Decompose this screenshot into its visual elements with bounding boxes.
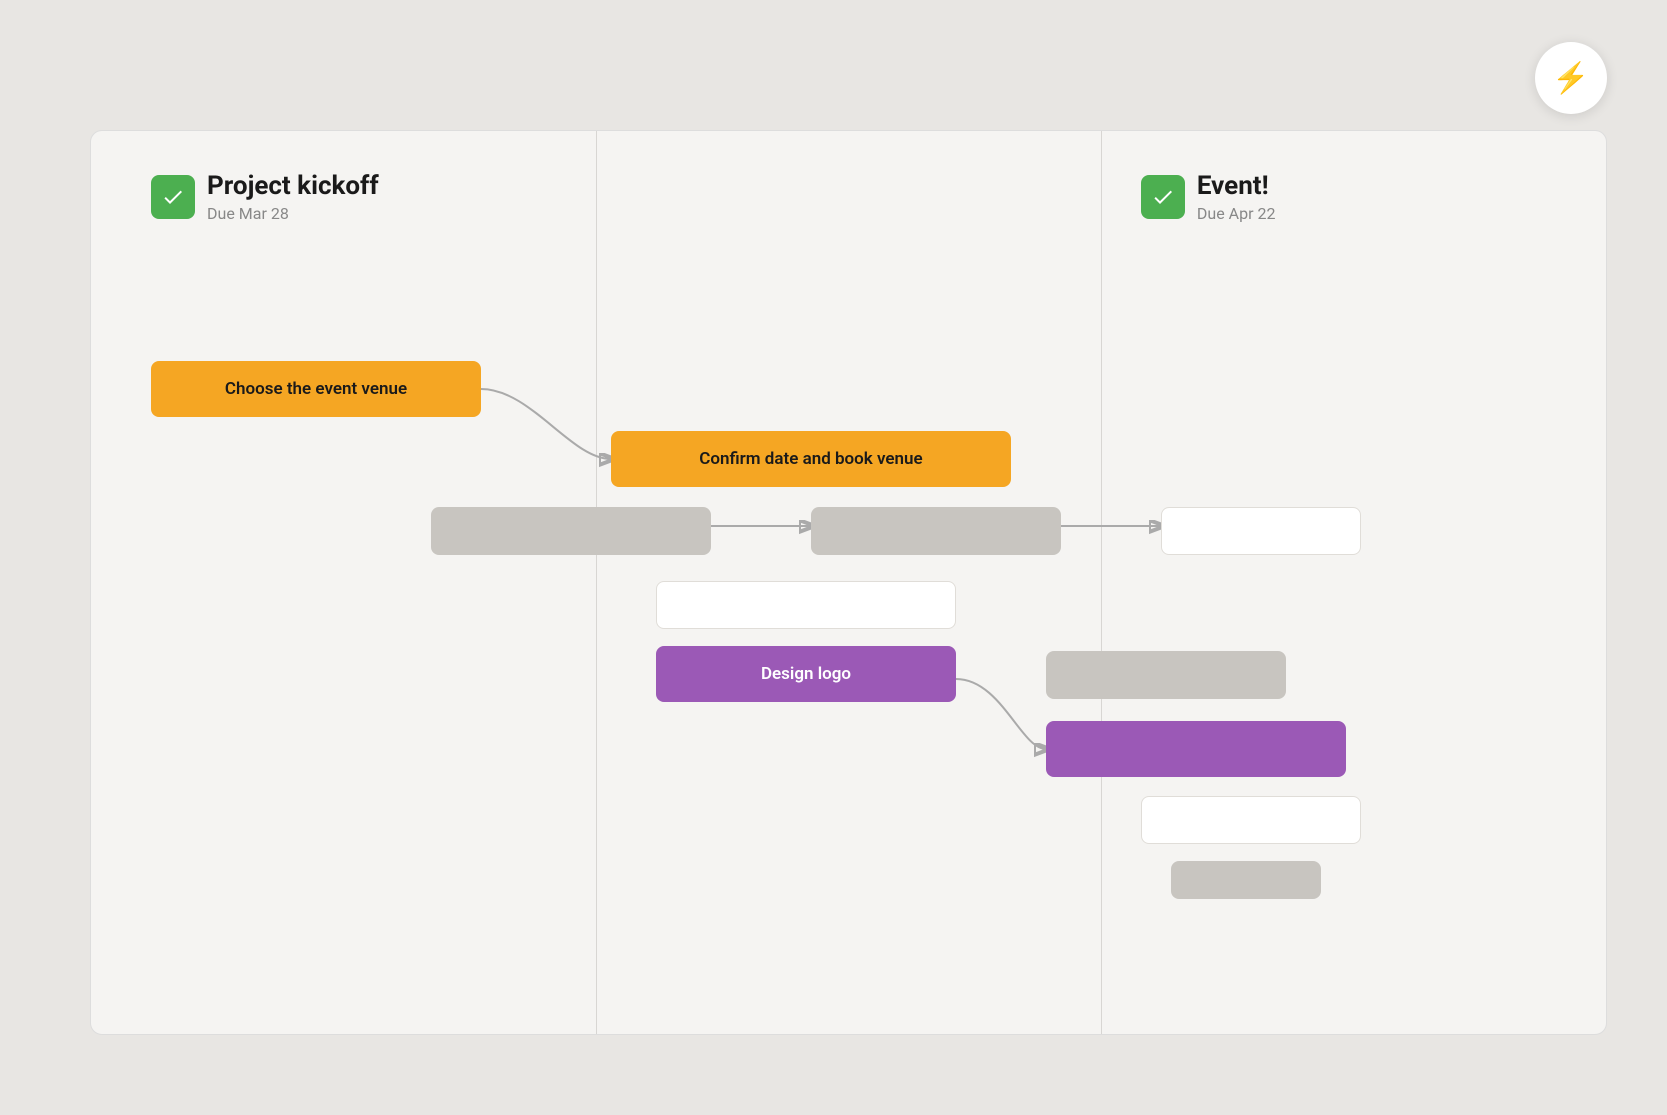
milestone-2-title: Event! (1197, 171, 1276, 202)
connector-4 (956, 679, 1046, 749)
task-gray-1[interactable] (431, 507, 711, 555)
milestone-event[interactable]: Event! Due Apr 22 (1141, 171, 1276, 223)
milestone-project-kickoff[interactable]: Project kickoff Due Mar 28 (151, 171, 379, 223)
task-white-1[interactable] (1161, 507, 1361, 555)
milestone-2-icon (1141, 175, 1185, 219)
grid-line-2 (1101, 131, 1102, 1034)
connector-1 (481, 389, 611, 459)
task-purple-2[interactable] (1046, 721, 1346, 777)
task-confirm-venue-label: Confirm date and book venue (699, 449, 922, 469)
milestone-1-text: Project kickoff Due Mar 28 (207, 171, 379, 223)
task-choose-venue[interactable]: Choose the event venue (151, 361, 481, 417)
milestone-1-title: Project kickoff (207, 171, 379, 202)
task-white-3[interactable] (1141, 796, 1361, 844)
task-confirm-venue[interactable]: Confirm date and book venue (611, 431, 1011, 487)
project-board: Project kickoff Due Mar 28 Event! Due Ap… (90, 130, 1607, 1035)
grid-line-1 (596, 131, 597, 1034)
quick-action-button[interactable]: ⚡ (1535, 42, 1607, 114)
task-design-logo-label: Design logo (761, 664, 851, 684)
task-gray-3[interactable] (1046, 651, 1286, 699)
task-choose-venue-label: Choose the event venue (225, 379, 407, 399)
milestone-1-icon (151, 175, 195, 219)
milestone-2-due: Due Apr 22 (1197, 204, 1276, 223)
lightning-icon: ⚡ (1552, 61, 1589, 96)
task-gray-2[interactable] (811, 507, 1061, 555)
task-design-logo[interactable]: Design logo (656, 646, 956, 702)
milestone-1-due: Due Mar 28 (207, 204, 379, 223)
task-white-2[interactable] (656, 581, 956, 629)
task-gray-4[interactable] (1171, 861, 1321, 899)
milestone-2-text: Event! Due Apr 22 (1197, 171, 1276, 223)
